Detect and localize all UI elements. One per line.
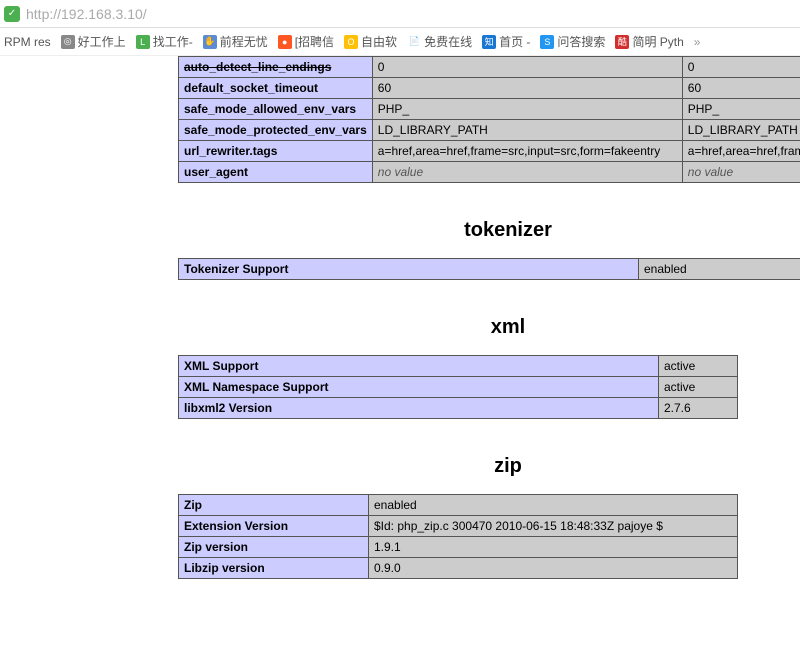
bookmark-item[interactable]: ◎好工作上: [61, 33, 126, 50]
section-heading-zip: zip: [178, 455, 800, 478]
bookmark-icon: 知: [482, 35, 496, 49]
row-value: active: [659, 356, 738, 377]
chevron-more-icon[interactable]: »: [694, 35, 701, 49]
url-bar[interactable]: ✓ http://192.168.3.10/: [0, 0, 800, 28]
bookmark-item[interactable]: L找工作-: [136, 33, 193, 50]
table-row: auto_detect_line_endings00: [179, 57, 800, 78]
bookmark-icon: O: [344, 35, 358, 49]
row-key: Zip: [179, 495, 369, 516]
row-value-master: 0: [682, 57, 800, 78]
section-heading-tokenizer: tokenizer: [178, 219, 800, 242]
bookmark-label: 首页 -: [499, 33, 530, 50]
row-key: Zip version: [179, 537, 369, 558]
bookmark-icon: 酷: [615, 35, 629, 49]
row-value-local: LD_LIBRARY_PATH: [372, 120, 682, 141]
bookmark-item[interactable]: ✋前程无忧: [203, 33, 268, 50]
bookmark-label: 好工作上: [78, 33, 126, 50]
xml-table: XML Supportactive XML Namespace Supporta…: [178, 355, 738, 419]
bookmark-label: 自由软: [361, 33, 397, 50]
bookmark-label: 前程无忧: [220, 33, 268, 50]
tokenizer-table: Tokenizer Supportenabled: [178, 258, 800, 280]
bookmark-item[interactable]: RPM res: [4, 35, 51, 49]
row-key: Extension Version: [179, 516, 369, 537]
row-value: enabled: [639, 259, 800, 280]
row-value: 2.7.6: [659, 398, 738, 419]
bookmark-item[interactable]: ●[招聘信: [278, 33, 334, 50]
table-row: safe_mode_allowed_env_varsPHP_PHP_: [179, 99, 800, 120]
table-row: user_agentno valueno value: [179, 162, 800, 183]
bookmark-icon: ●: [278, 35, 292, 49]
section-heading-xml: xml: [178, 316, 800, 339]
php-config-table: auto_detect_line_endings00default_socket…: [178, 56, 800, 183]
row-value-local: no value: [372, 162, 682, 183]
row-key: XML Support: [179, 356, 659, 377]
row-value-master: no value: [682, 162, 800, 183]
row-value: 1.9.1: [369, 537, 738, 558]
bookmark-item[interactable]: S问答搜索: [540, 33, 605, 50]
row-value: 0.9.0: [369, 558, 738, 579]
bookmark-item[interactable]: 知首页 -: [482, 33, 530, 50]
table-row: default_socket_timeout6060: [179, 78, 800, 99]
bookmark-label: 简明 Pyth: [632, 33, 683, 50]
table-row: safe_mode_protected_env_varsLD_LIBRARY_P…: [179, 120, 800, 141]
bookmark-icon: S: [540, 35, 554, 49]
url-text[interactable]: http://192.168.3.10/: [26, 6, 147, 22]
row-value-local: PHP_: [372, 99, 682, 120]
page-content: auto_detect_line_endings00default_socket…: [0, 56, 800, 579]
shield-icon: ✓: [4, 6, 20, 22]
row-value-local: 0: [372, 57, 682, 78]
bookmark-icon: L: [136, 35, 150, 49]
bookmark-icon: 📄: [407, 35, 421, 49]
row-value-local: 60: [372, 78, 682, 99]
row-key: user_agent: [179, 162, 373, 183]
row-value: $Id: php_zip.c 300470 2010-06-15 18:48:3…: [369, 516, 738, 537]
bookmark-item[interactable]: 📄免费在线: [407, 33, 472, 50]
row-key: XML Namespace Support: [179, 377, 659, 398]
row-key: default_socket_timeout: [179, 78, 373, 99]
row-value-master: LD_LIBRARY_PATH: [682, 120, 800, 141]
row-value-local: a=href,area=href,frame=src,input=src,for…: [372, 141, 682, 162]
row-value-master: PHP_: [682, 99, 800, 120]
row-key: safe_mode_allowed_env_vars: [179, 99, 373, 120]
row-value-master: a=href,area=href,frame: [682, 141, 800, 162]
bookmark-label: RPM res: [4, 35, 51, 49]
bookmarks-bar: RPM res ◎好工作上 L找工作- ✋前程无忧 ●[招聘信 O自由软 📄免费在线知首页 …: [0, 28, 800, 56]
bookmark-label: 问答搜索: [557, 33, 605, 50]
row-key: libxml2 Version: [179, 398, 659, 419]
bookmark-item[interactable]: 酷简明 Pyth: [615, 33, 683, 50]
table-row: url_rewriter.tagsa=href,area=href,frame=…: [179, 141, 800, 162]
row-value-master: 60: [682, 78, 800, 99]
bookmark-icon: ✋: [203, 35, 217, 49]
bookmark-label: 免费在线: [424, 33, 472, 50]
row-key: safe_mode_protected_env_vars: [179, 120, 373, 141]
bookmark-label: [招聘信: [295, 33, 334, 50]
bookmark-item[interactable]: O自由软: [344, 33, 397, 50]
row-key: Libzip version: [179, 558, 369, 579]
row-value: enabled: [369, 495, 738, 516]
row-key: auto_detect_line_endings: [179, 57, 373, 78]
row-key: url_rewriter.tags: [179, 141, 373, 162]
row-value: active: [659, 377, 738, 398]
row-key: Tokenizer Support: [179, 259, 639, 280]
zip-table: Zipenabled Extension Version$Id: php_zip…: [178, 494, 738, 579]
bookmark-label: 找工作-: [153, 33, 193, 50]
bookmark-icon: ◎: [61, 35, 75, 49]
